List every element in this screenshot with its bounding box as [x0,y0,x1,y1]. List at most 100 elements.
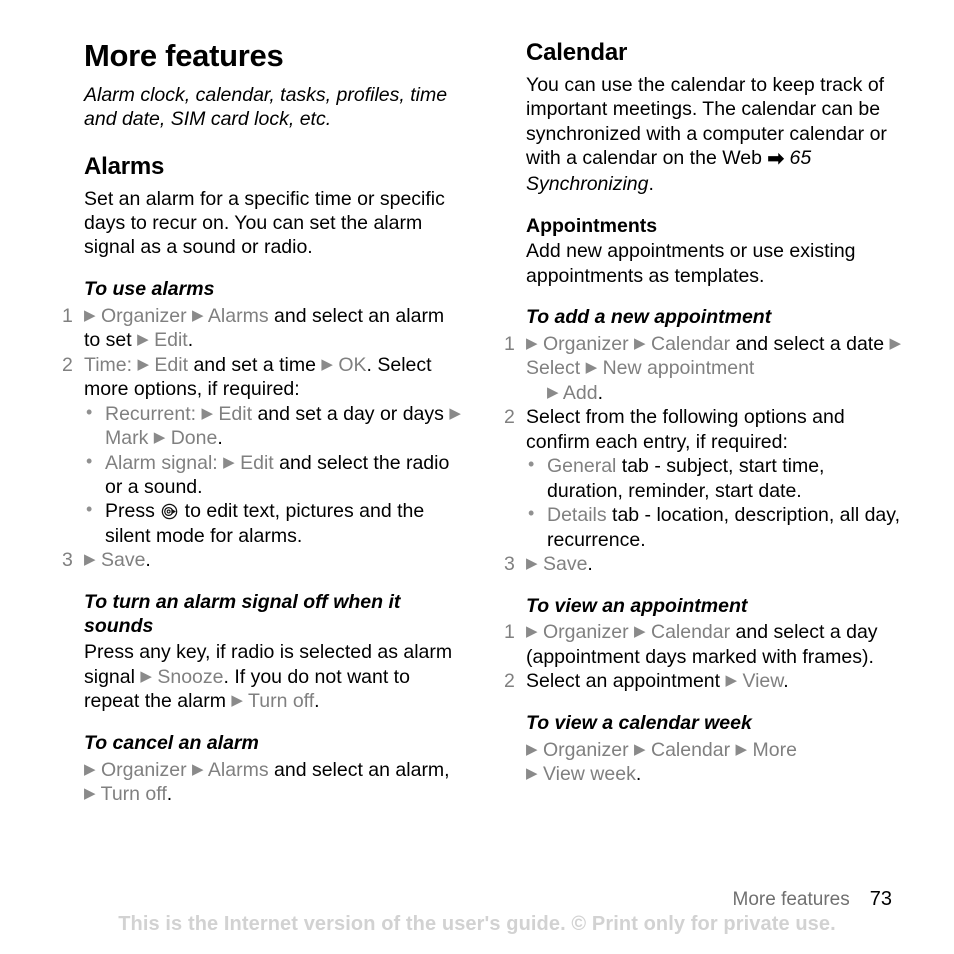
bullet-item: • Details tab - location, description, al… [526,503,904,552]
menu-path-label[interactable]: More [753,739,797,761]
menu-arrow-icon: ▶ [735,740,748,758]
body-text: and set a time [193,353,322,376]
step-number: 3 [504,553,515,576]
menu-path-label[interactable]: Edit [154,329,188,351]
menu-arrow-icon: ▶ [889,334,902,352]
steps-add-appointment: 1 ▶ Organizer ▶ Calendar and select a dat… [504,332,904,577]
step-number: 2 [62,353,73,376]
menu-path-label[interactable]: Alarms [208,759,274,781]
menu-arrow-icon: ▶ [231,692,243,710]
body-text: and select an alarm, [274,758,450,781]
menu-arrow-icon: ▶ [526,334,538,352]
body-text: . [597,381,604,404]
body-text: . [635,763,642,786]
bullet-icon: • [86,401,93,422]
menu-arrow-icon: ▶ [140,667,152,685]
menu-arrow-icon: ▶ [526,740,538,758]
menu-path-label[interactable]: Calendar [651,739,736,761]
menu-path-label[interactable]: Snooze [157,666,223,688]
menu-arrow-icon: ▶ [725,672,738,690]
menu-path-label[interactable]: Turn off [248,690,314,712]
menu-path-label[interactable]: Save [543,553,587,575]
step-item: ▶ Organizer ▶ Calendar ▶ More ▶ View week… [504,738,904,787]
step-bullet-list: • General tab - subject, start time, dura… [526,454,904,552]
menu-arrow-icon: ▶ [137,355,149,373]
menu-path-label[interactable]: Calendar [651,333,736,355]
menu-arrow-icon: ▶ [84,551,96,569]
menu-arrow-icon: ▶ [192,306,204,324]
bullet-icon: • [528,503,535,524]
menu-path-label[interactable]: Save [101,549,145,571]
step-item: 3 ▶ Save. [62,548,462,572]
step-item: 1 ▶ Organizer ▶ Calendar and select a dat… [504,332,904,405]
body-text: Select an appointment [526,670,726,693]
procedure-title-cancel-alarm: To cancel an alarm [84,731,259,754]
menu-path-label[interactable]: View week [543,763,636,785]
bullet-icon: • [86,450,93,471]
left-column: More features Alarm clock, calendar, tas… [62,38,462,807]
menu-path-label[interactable]: General [547,455,622,477]
bullet-item: • Alarm signal: ▶ Edit and select the rad… [84,451,462,500]
menu-path-label[interactable]: Mark [105,427,154,449]
menu-path-label[interactable]: Done [171,427,218,449]
menu-path-label[interactable]: Organizer [543,739,634,761]
step-number: 2 [504,670,515,693]
steps-view-calendar-week: ▶ Organizer ▶ Calendar ▶ More ▶ View week… [504,738,904,787]
menu-arrow-icon: ▶ [585,359,598,377]
menu-path-label[interactable]: Select [526,357,586,379]
menu-path-label[interactable]: Alarm signal: [105,452,223,474]
page-footer: More features 73 [733,888,892,911]
body-text: You can use the calendar to keep track o… [526,73,887,170]
menu-path-label[interactable]: Calendar [651,621,736,643]
step-bullet-list: • Recurrent: ▶ Edit and set a day or days… [84,402,462,549]
menu-path-label[interactable]: Edit [218,403,257,425]
procedure-title-add-appointment: To add a new appointment [526,306,772,329]
menu-arrow-icon: ▶ [223,453,235,471]
appointments-intro: Add new appointments or use existing app… [526,240,856,287]
menu-path-label[interactable]: Details [547,504,612,526]
menu-arrow-icon: ▶ [84,306,96,324]
watermark-notice: This is the Internet version of the user… [118,913,836,935]
page-title: More features [84,38,284,73]
menu-arrow-icon: ▶ [137,331,149,349]
bullet-item: • Recurrent: ▶ Edit and set a day or days… [84,402,462,451]
step-number: 1 [504,332,515,355]
body-text: and select a date [735,332,890,355]
menu-path-label[interactable]: Recurrent: [105,403,201,425]
menu-path-label[interactable]: Time: [84,354,137,376]
menu-arrow-icon: ▶ [153,429,166,447]
menu-arrow-icon: ▶ [634,334,646,352]
bullet-item: • Press to edit text, pictures and the si… [84,499,462,548]
menu-path-label[interactable]: Organizer [543,621,634,643]
menu-path-label[interactable]: Edit [240,452,279,474]
menu-arrow-icon: ▶ [321,355,333,373]
menu-arrow-icon: ▶ [634,740,646,758]
menu-path-label[interactable]: OK [338,354,366,376]
step-number: 1 [504,621,515,644]
footer-section-label: More features [732,889,850,910]
menu-path-label[interactable]: Add [563,382,598,404]
menu-arrow-icon: ▶ [526,555,538,573]
menu-path-label[interactable]: Turn off [101,783,167,805]
menu-arrow-icon: ▶ [526,765,538,783]
cross-reference-arrow-icon: ➡ [767,148,785,171]
menu-path-label[interactable]: Alarms [208,305,274,327]
step-item: 1 ▶ Organizer ▶ Alarms and select an alar… [62,304,462,353]
body-text: . [783,670,789,693]
procedure-title-to-use-alarms: To use alarms [84,277,215,300]
joystick-icon [161,504,178,520]
menu-path-label[interactable]: Organizer [101,759,192,781]
menu-path-label[interactable]: View [742,670,783,692]
menu-path-label[interactable]: New appointment [603,357,755,379]
body-text: . [145,549,151,572]
body-text: . [314,690,320,713]
menu-arrow-icon: ▶ [201,404,213,422]
menu-path-label[interactable]: Organizer [101,305,192,327]
menu-path-label[interactable]: Organizer [543,333,634,355]
menu-path-label[interactable]: Edit [154,354,193,376]
section-heading-alarms: Alarms [84,152,165,180]
alarms-intro: Set an alarm for a specific time or spec… [84,187,445,259]
body-text: . [187,329,194,352]
body-text: . [166,783,173,806]
step-item: 1 ▶ Organizer ▶ Calendar and select a day… [504,620,904,669]
